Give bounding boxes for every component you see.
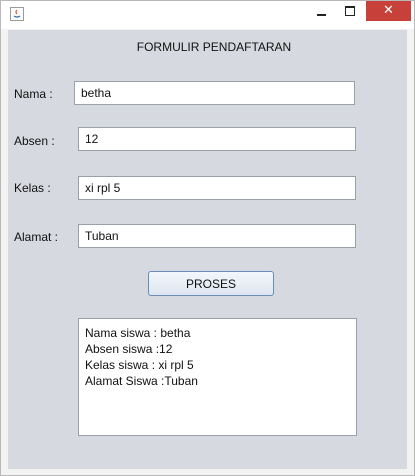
output-textarea[interactable]: Nama siswa : betha Absen siswa :12 Kelas… — [78, 318, 357, 436]
alamat-label: Alamat : — [14, 230, 59, 244]
output-line-absen: Absen siswa :12 — [85, 342, 173, 356]
alamat-field[interactable] — [78, 224, 356, 248]
minimize-button[interactable] — [306, 1, 336, 21]
output-line-nama: Nama siswa : betha — [85, 326, 191, 340]
output-line-alamat: Alamat Siswa :Tuban — [85, 374, 198, 388]
close-button[interactable]: ✕ — [366, 1, 411, 21]
title-bar[interactable]: ✕ — [1, 1, 414, 29]
maximize-button[interactable] — [337, 1, 363, 21]
kelas-label: Kelas : — [14, 181, 51, 195]
form-panel: FORMULIR PENDAFTARAN Nama : Absen : Kela… — [8, 30, 407, 469]
kelas-field[interactable] — [78, 176, 356, 200]
form-title: FORMULIR PENDAFTARAN — [136, 40, 292, 54]
proses-button[interactable]: PROSES — [148, 271, 274, 296]
absen-label: Absen : — [14, 134, 55, 148]
nama-field[interactable] — [74, 81, 355, 105]
absen-field[interactable] — [78, 127, 356, 151]
java-app-icon[interactable] — [10, 7, 24, 21]
output-line-kelas: Kelas siswa : xi rpl 5 — [85, 358, 194, 372]
close-icon: ✕ — [383, 3, 394, 18]
app-window: ✕ FORMULIR PENDAFTARAN Nama : Absen : Ke… — [0, 0, 415, 476]
nama-label: Nama : — [14, 87, 53, 101]
